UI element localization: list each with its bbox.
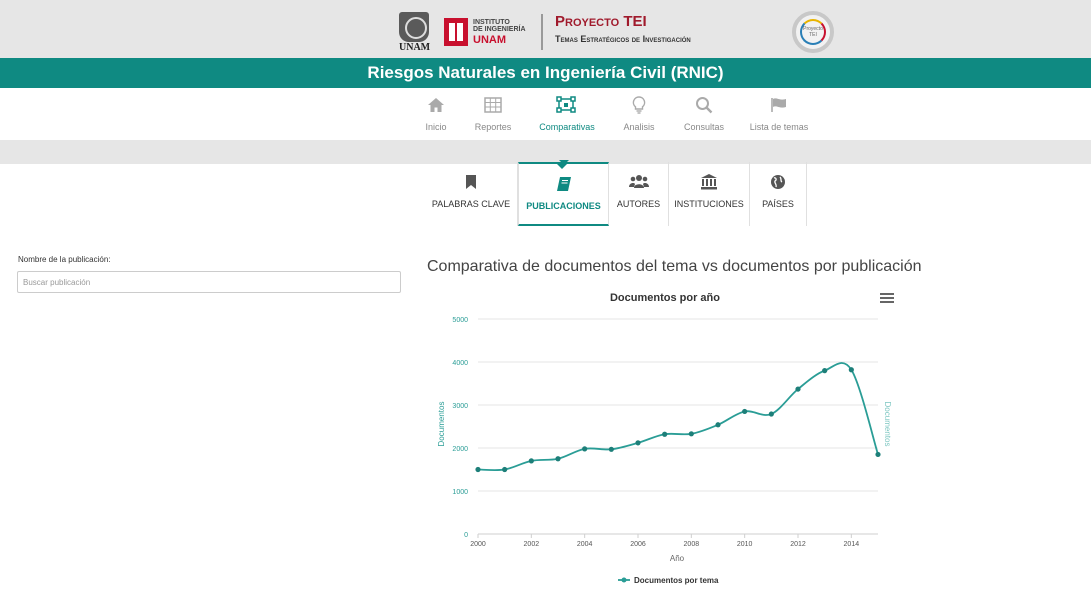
tab-palabras-clave[interactable]: PALABRAS CLAVE	[425, 162, 518, 226]
tab-autores[interactable]: AUTORES	[609, 162, 669, 226]
y-axis-ticks: 0 1000 2000 3000 4000 5000	[452, 317, 468, 539]
unam-crest-icon	[399, 12, 429, 42]
page: UNAM INSTITUTO DE INGENIERÍA UNAM Proyec…	[0, 0, 1091, 589]
data-point[interactable]	[848, 367, 854, 373]
data-point[interactable]	[528, 458, 534, 464]
unam-label: UNAM	[399, 42, 431, 53]
x-tick-label: 2006	[630, 541, 646, 548]
data-point[interactable]	[742, 408, 748, 415]
series-line-documentos-por-tema	[477, 362, 879, 472]
home-icon	[420, 95, 452, 115]
nav-item-comparativas[interactable]: Comparativas	[535, 95, 599, 132]
nav-item-reportes[interactable]: Reportes	[470, 95, 516, 132]
x-tick-label: 2014	[844, 541, 860, 548]
institution-icon	[669, 172, 749, 192]
data-point[interactable]	[768, 411, 774, 417]
tab-paises[interactable]: PAÍSES	[750, 162, 807, 226]
gray-band	[0, 140, 1091, 164]
nav-label-reportes: Reportes	[474, 122, 512, 132]
x-tick-label: 2008	[684, 541, 700, 548]
unam-logo[interactable]: UNAM	[399, 12, 431, 54]
y-axis-label-right: Documentos	[883, 402, 892, 447]
search-icon	[680, 95, 728, 115]
compare-icon	[535, 95, 599, 115]
data-point[interactable]	[582, 446, 588, 452]
tei-badge-label: Proyecto TEI	[800, 19, 826, 45]
chart-legend[interactable]: Documentos por tema	[618, 576, 719, 585]
topic-title-bar: Riesgos Naturales en Ingeniería Civil (R…	[0, 58, 1091, 88]
nav-label-lista-de-temas: Lista de temas	[749, 122, 809, 132]
y-axis-label: Documentos	[437, 402, 446, 447]
x-tick-label: 2002	[524, 541, 540, 548]
chart-heading: Comparativa de documentos del tema vs do…	[427, 258, 922, 275]
globe-icon	[750, 172, 806, 192]
chart-grid	[478, 318, 878, 535]
data-point[interactable]	[688, 431, 694, 437]
y-tick-label: 3000	[452, 403, 468, 410]
legend-point-marker	[621, 577, 627, 583]
x-tick-label: 2010	[737, 541, 753, 548]
nav-label-consultas: Consultas	[683, 122, 725, 132]
header-divider	[541, 14, 543, 50]
nav-item-consultas[interactable]: Consultas	[680, 95, 728, 132]
x-axis-label: Año	[670, 554, 685, 563]
series-points	[475, 367, 881, 473]
tab-label-paises: PAÍSES	[762, 199, 794, 209]
logo-bar: UNAM INSTITUTO DE INGENIERÍA UNAM Proyec…	[0, 0, 1091, 58]
instituto-ingenieria-logo[interactable]: INSTITUTO DE INGENIERÍA UNAM	[444, 18, 534, 46]
book-icon	[519, 174, 608, 194]
ii-line2: DE INGENIERÍA	[473, 26, 526, 33]
grid-icon	[470, 95, 516, 115]
topic-title: Riesgos Naturales en Ingeniería Civil (R…	[367, 63, 724, 82]
tab-instituciones[interactable]: INSTITUCIONES	[669, 162, 750, 226]
data-point[interactable]	[662, 431, 668, 437]
x-tick-label: 2004	[577, 541, 593, 548]
x-tick-label: 2012	[790, 541, 806, 548]
project-subtitle: Temas Estratégicos de Investigación	[555, 34, 691, 44]
tab-label-publicaciones: PUBLICACIONES	[526, 201, 601, 211]
legend-label: Documentos por tema	[634, 576, 719, 585]
tei-badge-logo[interactable]: Proyecto TEI	[792, 11, 834, 53]
tab-publicaciones[interactable]: PUBLICACIONES	[518, 162, 609, 226]
data-point[interactable]	[555, 456, 561, 462]
tab-label-instituciones: INSTITUCIONES	[674, 199, 744, 209]
nav-label-inicio: Inicio	[425, 122, 447, 132]
chart-title: Documentos por año	[610, 292, 720, 304]
data-point[interactable]	[715, 422, 721, 428]
publication-search-input[interactable]	[17, 271, 401, 293]
publication-name-label: Nombre de la publicación:	[18, 255, 111, 264]
users-icon	[609, 172, 668, 192]
nav-item-inicio[interactable]: Inicio	[420, 95, 452, 132]
nav-label-comparativas: Comparativas	[539, 122, 595, 132]
x-axis-ticks: 2000 2002 2004 2006 2008 2010 2012 2014	[470, 534, 859, 548]
y-tick-label: 1000	[452, 489, 468, 496]
data-point[interactable]	[635, 440, 641, 446]
data-point[interactable]	[795, 386, 801, 392]
tab-active-notch	[559, 160, 569, 165]
tab-label-palabras-clave: PALABRAS CLAVE	[431, 199, 511, 209]
flag-icon	[747, 95, 811, 115]
data-point[interactable]	[608, 446, 614, 452]
y-tick-label: 5000	[452, 317, 468, 324]
data-point[interactable]	[875, 451, 881, 458]
y-tick-label: 0	[464, 532, 468, 539]
x-tick-label: 2000	[470, 541, 486, 548]
data-point[interactable]	[502, 466, 508, 473]
lightbulb-icon	[617, 95, 661, 115]
nav-label-analisis: Analisis	[623, 122, 655, 132]
nav-item-analisis[interactable]: Analisis	[617, 95, 661, 132]
bookmark-icon	[425, 172, 517, 192]
y-tick-label: 2000	[452, 446, 468, 453]
y-tick-label: 4000	[452, 360, 468, 367]
tab-label-autores: AUTORES	[616, 199, 661, 209]
project-title[interactable]: Proyecto TEI	[555, 13, 647, 31]
documents-per-year-chart: Documentos por año 0 1000 2000 3000 4000 5000…	[437, 292, 892, 585]
data-point[interactable]	[475, 466, 481, 473]
main-nav: Inicio Reportes Comparativas Analisis Co…	[0, 88, 1091, 169]
ii-line3: UNAM	[473, 34, 506, 46]
nav-item-lista-de-temas[interactable]: Lista de temas	[747, 95, 811, 132]
data-point[interactable]	[822, 368, 828, 374]
ii-mark-icon	[444, 18, 468, 46]
